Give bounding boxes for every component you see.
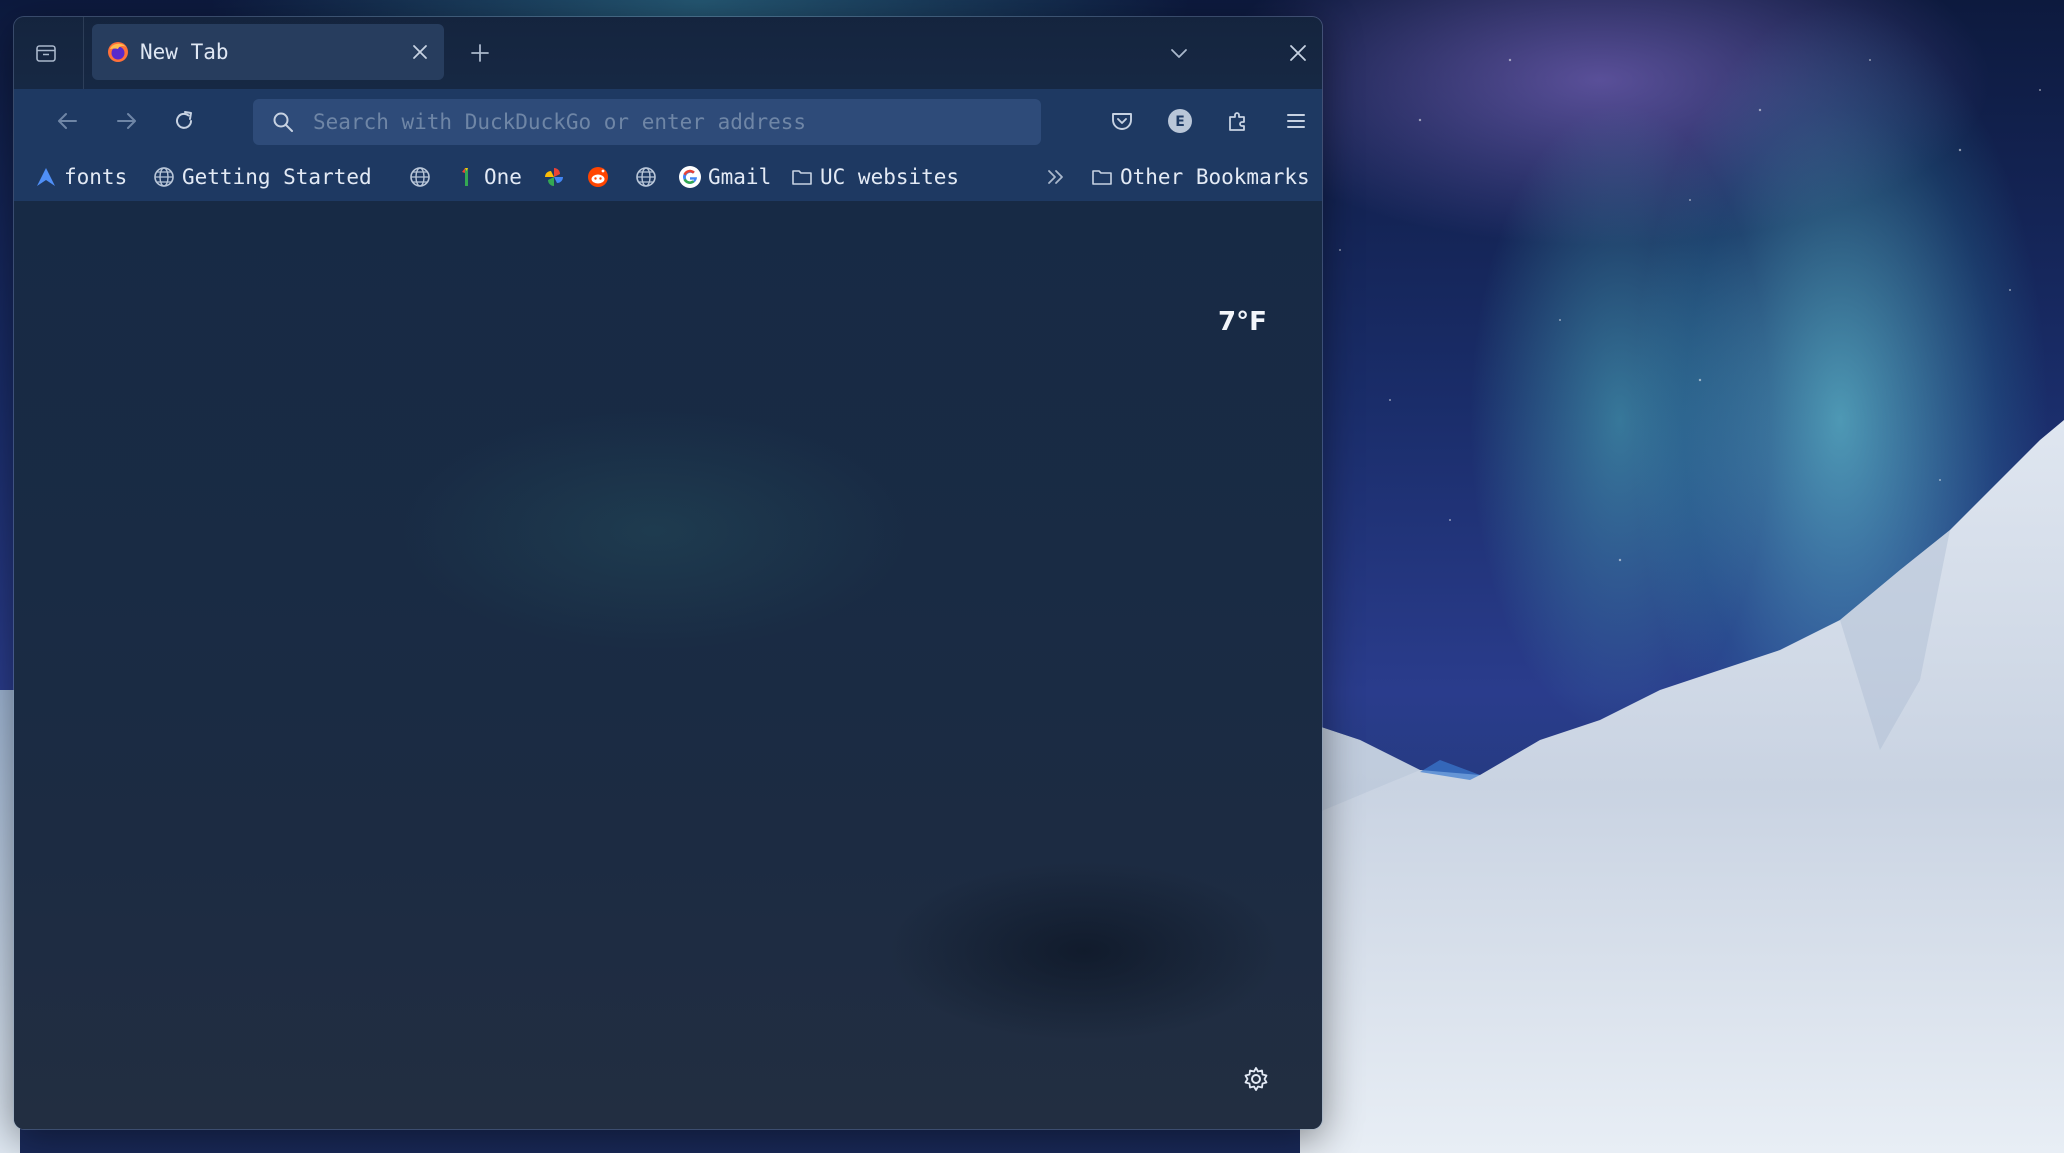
pocket-button[interactable]	[1106, 105, 1138, 137]
bookmarks-overflow-button[interactable]	[1044, 161, 1068, 193]
bookmark-label: Other Bookmarks	[1120, 165, 1310, 189]
tab-title: New Tab	[140, 40, 229, 64]
reload-icon	[176, 111, 192, 129]
tab-separator	[83, 17, 84, 89]
globe-icon	[152, 165, 176, 189]
close-icon	[1290, 45, 1306, 61]
back-button[interactable]	[52, 105, 84, 137]
firefox-icon	[106, 40, 130, 64]
tab-overview-icon	[36, 45, 56, 62]
globe-icon	[408, 165, 432, 189]
puzzle-icon	[1229, 112, 1245, 131]
chevron-down-icon	[1171, 49, 1187, 58]
reddit-icon	[586, 165, 610, 189]
weather-widget[interactable]: 7°F	[1218, 307, 1267, 337]
fonts-logo-icon	[34, 165, 58, 189]
window-close-button[interactable]	[1284, 39, 1312, 67]
app-menu-button[interactable]	[1280, 105, 1312, 137]
account-avatar-icon: E	[1168, 109, 1192, 133]
bookmark-pinwheel[interactable]	[542, 161, 566, 193]
bookmark-folder-uc-websites[interactable]: UC websites	[790, 161, 959, 193]
bookmark-gmail[interactable]: Gmail	[678, 161, 771, 193]
new-tab-button[interactable]	[466, 39, 494, 67]
bookmark-fonts[interactable]: fonts	[34, 161, 127, 193]
gear-icon	[1244, 1067, 1268, 1091]
hamburger-menu-icon	[1287, 114, 1305, 128]
tab-new-tab[interactable]: New Tab	[92, 24, 444, 80]
new-tab-page: 7°F	[14, 201, 1322, 1129]
chevrons-right-icon	[1044, 165, 1068, 189]
wallpaper-mountain	[1300, 420, 2064, 1153]
account-initial: E	[1175, 114, 1185, 130]
bookmark-one[interactable]: One	[454, 161, 522, 193]
navigation-toolbar: E	[14, 89, 1322, 153]
forward-arrow-icon	[117, 113, 136, 129]
bookmark-reddit[interactable]	[586, 161, 610, 193]
bookmark-globe-2[interactable]	[634, 161, 658, 193]
address-bar[interactable]	[253, 99, 1041, 145]
address-input[interactable]	[313, 99, 1013, 145]
pinwheel-icon	[542, 165, 566, 189]
tab-close-button[interactable]	[408, 40, 432, 64]
back-arrow-icon	[58, 113, 77, 129]
bookmark-label: UC websites	[820, 165, 960, 189]
bookmark-getting-started[interactable]: Getting Started	[152, 161, 372, 193]
globe-icon	[634, 165, 658, 189]
account-button[interactable]: E	[1164, 105, 1196, 137]
personalize-button[interactable]	[1240, 1063, 1272, 1095]
search-icon	[271, 110, 295, 134]
tab-strip: New Tab	[14, 17, 1322, 89]
list-all-tabs-button[interactable]	[1164, 39, 1194, 67]
bookmark-label: Getting Started	[182, 165, 372, 189]
folder-icon	[790, 165, 814, 189]
forward-button[interactable]	[110, 105, 142, 137]
bookmark-label: One	[484, 165, 522, 189]
bookmarks-toolbar: fonts Getting Started One Gmail UC websi…	[14, 153, 1322, 201]
reload-button[interactable]	[168, 105, 200, 137]
bookmark-globe-1[interactable]	[408, 161, 432, 193]
one-logo-icon	[454, 165, 478, 189]
bookmark-label: fonts	[64, 165, 128, 189]
bookmark-folder-other-bookmarks[interactable]: Other Bookmarks	[1090, 161, 1310, 193]
folder-icon	[1090, 165, 1114, 189]
pocket-icon	[1112, 113, 1132, 130]
tab-overview-button[interactable]	[32, 39, 60, 67]
plus-icon	[471, 44, 489, 62]
browser-window: New Tab Search with DuckDuckGo or enter …	[14, 17, 1322, 1129]
google-icon	[678, 165, 702, 189]
close-icon	[413, 45, 427, 59]
extensions-button[interactable]	[1222, 105, 1254, 137]
bookmark-label: Gmail	[708, 165, 772, 189]
